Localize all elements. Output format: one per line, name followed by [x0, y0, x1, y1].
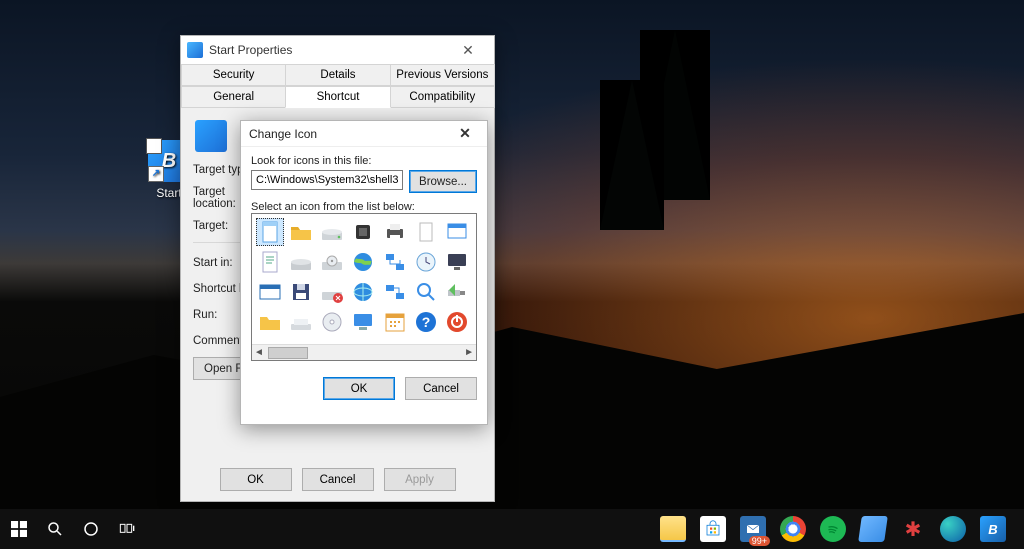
task-view-icon[interactable] [118, 520, 136, 538]
icon-option-monitor[interactable] [443, 248, 471, 276]
taskbar-app-mail[interactable] [740, 516, 766, 542]
icon-option-power[interactable] [443, 308, 471, 336]
cancel-button[interactable]: Cancel [302, 468, 374, 491]
scroll-left-icon[interactable]: ◄ [254, 347, 264, 358]
icon-option-folder[interactable] [287, 218, 315, 246]
icon-option-calendar[interactable] [381, 308, 409, 336]
tab-compatibility[interactable]: Compatibility [390, 86, 495, 108]
search-icon[interactable] [46, 520, 64, 538]
look-for-icons-label: Look for icons in this file: [251, 155, 477, 167]
properties-tabs: Security Details Previous Versions Gener… [181, 64, 494, 108]
ok-button[interactable]: OK [220, 468, 292, 491]
icon-option-floppy[interactable] [287, 278, 315, 306]
taskbar-app-store[interactable] [700, 516, 726, 542]
taskbar-app-file-explorer[interactable] [660, 516, 686, 542]
select-icon-label: Select an icon from the list below: [251, 201, 477, 213]
ok-button[interactable]: OK [323, 377, 395, 400]
change-icon-button-row: OK Cancel [241, 367, 487, 400]
icon-option-drive-error[interactable] [318, 278, 346, 306]
cortana-icon[interactable] [82, 520, 100, 538]
taskbar-app-unknown[interactable]: ✱ [900, 516, 926, 542]
tab-details[interactable]: Details [285, 64, 390, 86]
icon-option-computer[interactable] [349, 308, 377, 336]
icon-option-folder-alt[interactable] [256, 308, 284, 336]
properties-title: Start Properties [209, 43, 292, 57]
icon-option-search[interactable] [412, 278, 440, 306]
icon-option-document[interactable] [256, 218, 284, 246]
icon-option-drive[interactable] [318, 218, 346, 246]
icon-option-help[interactable]: ? [412, 308, 440, 336]
apply-button[interactable]: Apply [384, 468, 456, 491]
icon-option-drive-alt[interactable] [287, 248, 315, 276]
change-icon-dialog: Change Icon ✕ Look for icons in this fil… [240, 120, 488, 425]
taskbar: ✱ B [0, 509, 1024, 549]
scroll-right-icon[interactable]: ► [464, 347, 474, 358]
icon-option-network-alt[interactable] [381, 278, 409, 306]
tab-shortcut[interactable]: Shortcut [285, 86, 390, 108]
desktop-wallpaper [0, 0, 1024, 549]
browse-button[interactable]: Browse... [409, 170, 477, 193]
start-menu-icon[interactable] [10, 520, 28, 538]
icon-option-scanner[interactable] [287, 308, 315, 336]
icon-list-scrollbar[interactable]: ◄ ► [252, 344, 476, 360]
taskbar-app-edge[interactable] [940, 516, 966, 542]
icon-option-window[interactable] [443, 218, 471, 246]
icon-option-text-file[interactable] [256, 248, 284, 276]
close-icon[interactable]: ✕ [451, 125, 479, 142]
tab-previous-versions[interactable]: Previous Versions [390, 64, 495, 86]
icon-option-globe[interactable] [349, 248, 377, 276]
icon-option-globe-alt[interactable] [349, 278, 377, 306]
taskbar-app-spotify[interactable] [820, 516, 846, 542]
cancel-button[interactable]: Cancel [405, 377, 477, 400]
change-icon-titlebar[interactable]: Change Icon ✕ [241, 121, 487, 147]
icon-path-input[interactable] [251, 170, 403, 190]
icon-option-app-window[interactable] [256, 278, 284, 306]
taskbar-app-start-custom[interactable]: B [980, 516, 1006, 542]
app-icon [187, 42, 203, 58]
icon-option-printer[interactable] [381, 218, 409, 246]
icon-option-usb-back[interactable] [443, 278, 471, 306]
properties-titlebar[interactable]: Start Properties ✕ [181, 36, 494, 64]
icon-option-disc[interactable] [318, 308, 346, 336]
change-icon-title: Change Icon [249, 127, 317, 141]
icon-list[interactable]: ? ◄ ► [251, 213, 477, 361]
properties-button-row: OK Cancel Apply [181, 468, 494, 491]
app-icon [195, 120, 227, 152]
close-icon[interactable]: ✕ [448, 42, 488, 59]
tab-general[interactable]: General [181, 86, 286, 108]
icon-option-chip[interactable] [349, 218, 377, 246]
icon-option-clock[interactable] [412, 248, 440, 276]
icon-option-network[interactable] [381, 248, 409, 276]
icon-option-blank-page[interactable] [412, 218, 440, 246]
tab-security[interactable]: Security [181, 64, 286, 86]
taskbar-app-notes[interactable] [858, 516, 888, 542]
svg-text:?: ? [421, 314, 430, 330]
icon-option-optical-drive[interactable] [318, 248, 346, 276]
taskbar-app-chrome[interactable] [780, 516, 806, 542]
shortcut-overlay-icon: ↗ [148, 166, 164, 182]
scroll-thumb[interactable] [268, 347, 308, 359]
